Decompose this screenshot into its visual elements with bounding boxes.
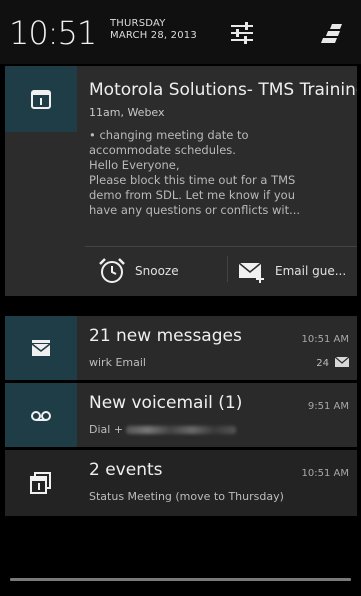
notification-icon-box — [5, 316, 77, 380]
notification-subtitle: Dial + — [89, 423, 237, 436]
notification-icon-box — [5, 66, 77, 132]
notification-subtitle: Status Meeting (move to Thursday) — [89, 490, 284, 503]
clock-time: 10:51 — [9, 14, 97, 52]
envelope-icon — [335, 356, 349, 367]
action-separator — [227, 256, 228, 282]
notification-email[interactable]: 21 new messages wirk Email 10:51 AM 24 — [5, 316, 357, 380]
snooze-button[interactable]: Snooze — [97, 254, 179, 288]
notification-title: 21 new messages — [89, 326, 242, 346]
dial-label: Dial + — [89, 423, 124, 436]
date-display: THURSDAY MARCH 28, 2013 — [110, 18, 197, 42]
voicemail-icon — [31, 411, 51, 421]
notification-body: • changing meeting date to accommodate s… — [89, 128, 301, 217]
email-icon — [238, 262, 264, 283]
notification-time: 10:51 AM — [301, 334, 349, 345]
drag-handle[interactable] — [10, 578, 351, 581]
notification-subtitle: 11am, Webex — [89, 106, 165, 119]
date-label: MARCH 28, 2013 — [110, 30, 197, 41]
notification-title: 2 events — [89, 460, 163, 480]
notification-events[interactable]: 2 events Status Meeting (move to Thursda… — [5, 450, 357, 516]
notification-time: 9:51 AM — [307, 401, 349, 412]
sliders-icon — [231, 22, 253, 44]
notification-subtitle: wirk Email — [89, 356, 146, 369]
calendar-stack-icon — [30, 472, 51, 494]
notification-title: New voicemail (1) — [89, 393, 243, 413]
redacted-number — [126, 426, 237, 434]
notification-icon-box — [5, 450, 77, 516]
alarm-clock-icon — [99, 258, 125, 283]
action-divider — [85, 246, 357, 247]
notification-calendar-reminder[interactable]: Motorola Solutions- TMS Training 11am, W… — [5, 66, 357, 296]
notification-voicemail[interactable]: New voicemail (1) Dial + 9:51 AM — [5, 383, 357, 447]
notification-time: 10:51 AM — [301, 468, 349, 479]
calendar-icon — [31, 90, 51, 109]
status-header: 10:51 THURSDAY MARCH 28, 2013 — [0, 0, 361, 64]
notification-title: Motorola Solutions- TMS Training — [89, 80, 357, 100]
day-label: THURSDAY — [110, 18, 166, 29]
clear-all-icon — [321, 24, 342, 43]
email-stack-icon — [31, 340, 51, 356]
quick-settings-button[interactable] — [227, 20, 257, 46]
email-guests-label: Email gue... — [275, 264, 347, 278]
email-guests-button[interactable]: Email gue... — [237, 254, 346, 288]
message-count: 24 — [316, 358, 329, 369]
snooze-label: Snooze — [135, 264, 179, 278]
notification-icon-box — [5, 383, 77, 447]
clear-all-button[interactable] — [318, 20, 346, 46]
